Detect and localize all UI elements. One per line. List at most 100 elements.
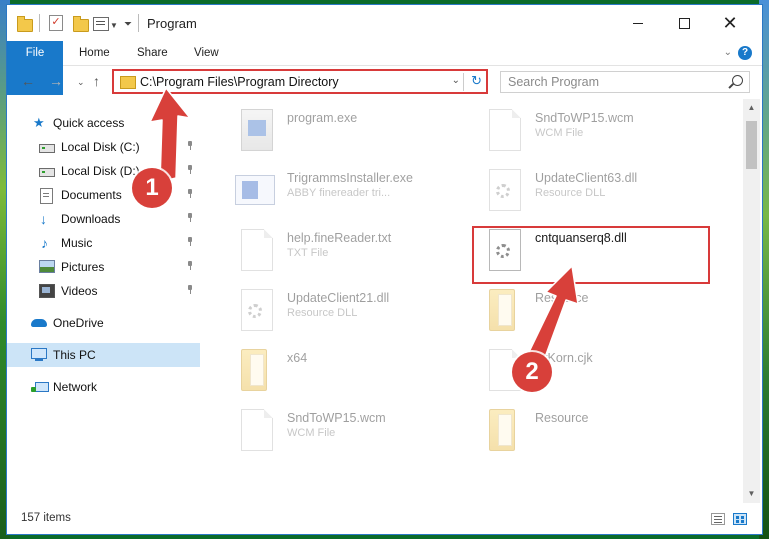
large-icons-view-icon[interactable] bbox=[733, 513, 747, 525]
tab-share[interactable]: Share bbox=[123, 41, 182, 65]
document-icon bbox=[241, 229, 273, 271]
title-bar: ✓ ▼ ⏷ Program ✕ bbox=[7, 5, 762, 41]
pin-icon[interactable] bbox=[187, 189, 193, 198]
file-name: TrigrammsInstaller.exe bbox=[287, 171, 413, 185]
nav-item-this-pc[interactable]: This PC bbox=[7, 343, 200, 367]
star-icon: ★ bbox=[33, 115, 45, 130]
pin-icon[interactable] bbox=[187, 141, 193, 150]
nav-label: Documents bbox=[61, 188, 122, 202]
network-icon bbox=[31, 382, 49, 392]
nav-label: Local Disk (C:) bbox=[61, 140, 140, 154]
pin-icon[interactable] bbox=[187, 261, 193, 270]
folder-icon bbox=[241, 349, 267, 391]
computer-icon bbox=[31, 348, 47, 361]
properties-check-icon[interactable]: ✓ bbox=[49, 15, 63, 31]
customize-toolbar-icon[interactable]: ⏷ bbox=[124, 19, 132, 30]
pin-icon[interactable] bbox=[187, 165, 193, 174]
file-type: WCM File bbox=[535, 127, 584, 139]
scroll-up-arrow-icon[interactable]: ▲ bbox=[743, 101, 760, 115]
nav-item-music[interactable]: ♪ Music bbox=[7, 231, 200, 255]
downloads-icon: ↓ bbox=[40, 211, 47, 227]
details-view-icon[interactable] bbox=[711, 513, 725, 525]
file-item[interactable]: UpdateClient21.dll Resource DLL bbox=[221, 285, 471, 339]
nav-label: This PC bbox=[53, 348, 96, 362]
file-name: help.fineReader.txt bbox=[287, 231, 392, 245]
maximize-button[interactable] bbox=[661, 9, 707, 37]
file-type: TXT File bbox=[287, 247, 329, 259]
nav-item-local-disk-d[interactable]: Local Disk (D:) bbox=[7, 159, 200, 183]
document-icon bbox=[241, 409, 273, 451]
tab-home[interactable]: Home bbox=[65, 41, 124, 65]
recent-locations-button[interactable]: ⌄ bbox=[77, 77, 85, 88]
folder-icon bbox=[489, 409, 515, 451]
help-icon[interactable]: ? bbox=[738, 46, 752, 60]
file-name: SndToWP15.wcm bbox=[535, 111, 634, 125]
pin-icon[interactable] bbox=[187, 213, 193, 222]
chevron-down-icon[interactable]: ▼ bbox=[110, 21, 118, 30]
expand-ribbon-icon[interactable]: ⌄ bbox=[724, 47, 732, 58]
file-item[interactable]: Resource bbox=[469, 285, 719, 339]
chevron-down-icon[interactable]: ⌄ bbox=[452, 75, 460, 86]
folder-icon bbox=[120, 76, 136, 89]
file-type: Resource DLL bbox=[287, 307, 358, 319]
music-icon: ♪ bbox=[41, 235, 48, 251]
maximize-icon bbox=[679, 18, 690, 29]
file-item[interactable]: program.exe bbox=[221, 105, 471, 159]
file-name: UpdateClient21.dll bbox=[287, 291, 390, 305]
file-item[interactable]: SndToWP15.wcm WCM File bbox=[221, 405, 471, 459]
tab-view[interactable]: View bbox=[180, 41, 233, 65]
close-icon: ✕ bbox=[722, 13, 738, 33]
search-input[interactable] bbox=[501, 72, 726, 92]
file-name: UpdateClient63.dll bbox=[535, 171, 638, 185]
address-bar[interactable]: C:\Program Files\Program Directory ⌄ ↻ bbox=[112, 69, 488, 94]
back-button[interactable]: ← bbox=[21, 73, 35, 89]
nav-item-downloads[interactable]: ↓ Downloads bbox=[7, 207, 200, 231]
nav-label: Network bbox=[53, 380, 98, 394]
new-folder-icon[interactable] bbox=[73, 16, 89, 32]
vertical-scrollbar[interactable]: ▲ ▼ bbox=[743, 99, 760, 503]
file-item[interactable]: UpdateClient63.dll Resource DLL bbox=[469, 165, 719, 219]
forward-button[interactable]: → bbox=[49, 73, 63, 89]
installer-icon bbox=[235, 175, 275, 205]
minimize-button[interactable] bbox=[615, 9, 661, 37]
file-list: program.exe SndToWP15.wcm WCM File Trigr… bbox=[211, 99, 741, 503]
nav-item-videos[interactable]: Videos bbox=[7, 279, 200, 303]
target-file-highlight bbox=[472, 226, 710, 284]
folder-icon[interactable] bbox=[17, 16, 33, 32]
pin-icon[interactable] bbox=[187, 237, 193, 246]
nav-label: Music bbox=[61, 236, 93, 250]
up-button[interactable]: ↑ bbox=[93, 73, 100, 89]
nav-item-local-disk-c[interactable]: Local Disk (C:) bbox=[7, 135, 200, 159]
nav-item-network[interactable]: Network bbox=[7, 375, 200, 399]
folder-icon bbox=[489, 289, 515, 331]
search-box[interactable] bbox=[500, 71, 750, 93]
close-button[interactable]: ✕ bbox=[707, 9, 753, 37]
nav-label: Videos bbox=[61, 284, 98, 298]
item-count: 157 items bbox=[21, 512, 71, 524]
nav-item-pictures[interactable]: Pictures bbox=[7, 255, 200, 279]
refresh-icon[interactable]: ↻ bbox=[471, 73, 482, 89]
step-2-badge: 2 bbox=[512, 352, 552, 392]
file-item[interactable]: BrKorn.cjk File bbox=[469, 345, 719, 399]
search-icon[interactable] bbox=[732, 75, 743, 86]
scroll-thumb[interactable] bbox=[746, 121, 757, 169]
nav-label: Quick access bbox=[53, 116, 125, 130]
nav-item-quick-access[interactable]: ★ Quick access bbox=[7, 111, 200, 135]
status-bar: 157 items bbox=[7, 505, 762, 534]
file-item[interactable]: x64 bbox=[221, 345, 471, 399]
view-options-icon[interactable] bbox=[93, 17, 109, 31]
onedrive-cloud-icon bbox=[31, 319, 47, 327]
nav-item-onedrive[interactable]: OneDrive bbox=[7, 311, 200, 335]
pin-icon[interactable] bbox=[187, 285, 193, 294]
file-item[interactable]: Resource bbox=[469, 405, 719, 459]
exe-icon bbox=[241, 109, 273, 151]
address-path[interactable]: C:\Program Files\Program Directory bbox=[140, 75, 339, 89]
navigation-bar: ← → ⌄ ↑ C:\Program Files\Program Directo… bbox=[7, 65, 762, 99]
scroll-down-arrow-icon[interactable]: ▼ bbox=[743, 487, 760, 501]
window-title: Program bbox=[147, 16, 197, 31]
step-1-badge: 1 bbox=[132, 168, 172, 208]
file-item[interactable]: help.fineReader.txt TXT File bbox=[221, 225, 471, 279]
file-item[interactable]: SndToWP15.wcm WCM File bbox=[469, 105, 719, 159]
file-item[interactable]: TrigrammsInstaller.exe ABBY finereader t… bbox=[221, 165, 471, 219]
divider bbox=[39, 14, 40, 32]
